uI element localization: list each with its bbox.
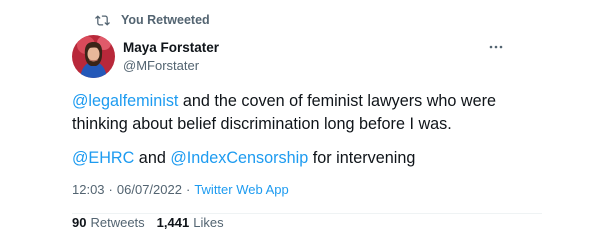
mention-indexcensorship[interactable]: @IndexCensorship bbox=[170, 149, 308, 167]
meta-separator-2: · bbox=[185, 182, 191, 197]
more-options-button[interactable] bbox=[486, 40, 506, 54]
divider bbox=[72, 213, 542, 214]
tweet-time[interactable]: 12:03 bbox=[72, 182, 105, 197]
retweets-count: 90 bbox=[72, 215, 87, 230]
likes-count: 1,441 bbox=[156, 215, 190, 230]
tweet-meta: 12:03 · 06/07/2022 · Twitter Web App bbox=[72, 182, 289, 197]
retweets-label: Retweets bbox=[90, 215, 145, 230]
meta-separator: · bbox=[108, 182, 113, 197]
avatar[interactable] bbox=[72, 35, 115, 78]
tweet-text-and: and bbox=[134, 149, 171, 167]
tweet-text-2: for intervening bbox=[308, 149, 416, 167]
likes-stat[interactable]: 1,441 Likes bbox=[157, 215, 236, 230]
retweet-label: You Retweeted bbox=[121, 13, 210, 27]
author-display-name[interactable]: Maya Forstater bbox=[123, 40, 219, 56]
avatar-image bbox=[72, 35, 115, 78]
author-handle[interactable]: @MForstater bbox=[123, 58, 219, 74]
retweets-stat[interactable]: 90 Retweets bbox=[72, 215, 157, 230]
retweet-indicator: You Retweeted bbox=[95, 12, 210, 28]
more-dots-icon bbox=[489, 45, 503, 49]
tweet-source-app[interactable]: Twitter Web App bbox=[194, 182, 288, 197]
tweet-paragraph-1: @legalfeminist and the coven of feminist… bbox=[72, 90, 542, 136]
likes-label: Likes bbox=[193, 215, 224, 230]
retweet-icon bbox=[95, 14, 110, 26]
tweet-stats: 90 Retweets 1,441 Likes bbox=[72, 215, 236, 230]
author-info: Maya Forstater @MForstater bbox=[123, 40, 219, 74]
tweet-text: @legalfeminist and the coven of feminist… bbox=[72, 90, 542, 170]
tweet-paragraph-2: @EHRC and @IndexCensorship for interveni… bbox=[72, 147, 542, 170]
mention-ehrc[interactable]: @EHRC bbox=[72, 149, 134, 167]
tweet-date[interactable]: 06/07/2022 bbox=[117, 182, 182, 197]
mention-legalfeminist[interactable]: @legalfeminist bbox=[72, 92, 178, 110]
